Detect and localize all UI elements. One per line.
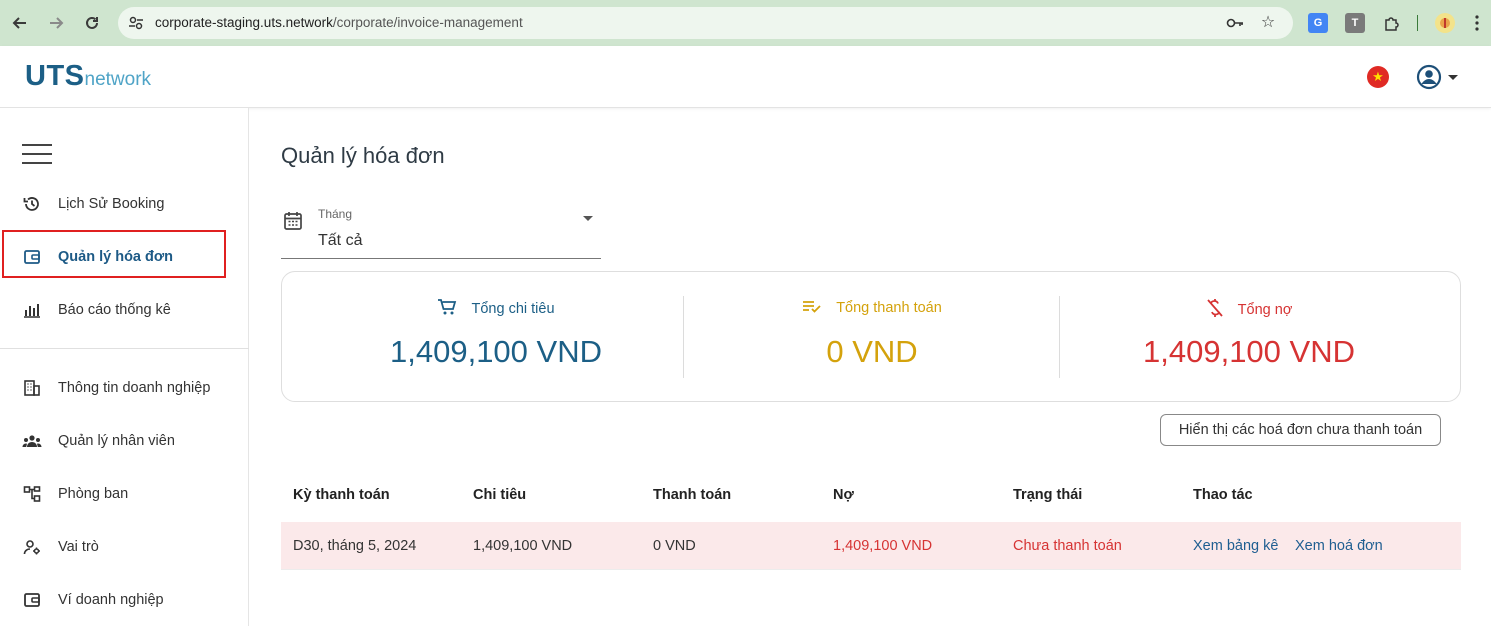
browser-menu-icon[interactable] [1469, 11, 1485, 35]
reload-icon[interactable] [80, 11, 104, 35]
column-header-spend: Chi tiêu [473, 487, 527, 503]
url-path: /corporate/invoice-management [332, 15, 523, 30]
sidebar-item-label: Ví doanh nghiệp [58, 592, 164, 608]
show-unpaid-invoices-button[interactable]: Hiển thị các hoá đơn chưa thanh toán [1160, 414, 1441, 446]
translate-extension-icon[interactable]: G [1308, 13, 1328, 33]
sidebar: Lịch Sử Booking Quản lý hóa đơn Báo cáo … [0, 108, 249, 626]
account-menu[interactable] [1416, 64, 1460, 90]
key-icon[interactable] [1226, 15, 1244, 31]
sidebar-item-label: Lịch Sử Booking [58, 196, 165, 212]
column-header-actions: Thao tác [1193, 487, 1253, 503]
uts-logo[interactable]: UTSnetwork [25, 60, 151, 93]
cell-paid: 0 VND [653, 538, 696, 554]
chevron-down-icon [583, 216, 593, 221]
org-chart-icon [22, 484, 42, 504]
summary-total-debt-value: 1,409,100 VND [1143, 334, 1355, 369]
hamburger-menu-icon[interactable] [22, 144, 52, 164]
address-bar[interactable]: corporate-staging.uts.network/corporate/… [118, 7, 1293, 39]
cell-period: D30, tháng 5, 2024 [293, 538, 417, 554]
summary-total-spend: Tổng chi tiêu 1,409,100 VND [307, 272, 685, 401]
table-header: Kỳ thanh toán Chi tiêu Thanh toán Nợ Trạ… [281, 470, 1461, 522]
summary-label-text: Tổng chi tiêu [471, 301, 555, 317]
back-arrow-icon[interactable] [8, 11, 32, 35]
t-extension-icon[interactable]: T [1345, 13, 1365, 33]
calendar-icon [284, 212, 302, 230]
wallet-icon [22, 590, 42, 610]
summary-total-debt: Tổng nợ 1,409,100 VND [1060, 272, 1438, 401]
sidebar-item-company-wallet[interactable]: Ví doanh nghiệp [0, 580, 249, 620]
sidebar-item-label: Thông tin doanh nghiệp [58, 380, 211, 396]
view-invoice-link[interactable]: Xem hoá đơn [1295, 538, 1383, 554]
sidebar-item-label: Vai trò [58, 539, 99, 555]
cell-spend: 1,409,100 VND [473, 538, 573, 554]
sidebar-item-staff-management[interactable]: Quản lý nhân viên [0, 421, 249, 461]
cell-status: Chưa thanh toán [1013, 538, 1122, 554]
month-select[interactable]: Tháng Tất cả [281, 202, 601, 259]
column-header-status: Trạng thái [1013, 487, 1083, 503]
building-icon [22, 378, 42, 398]
sidebar-item-label: Phòng ban [58, 486, 129, 502]
summary-label-text: Tổng thanh toán [836, 300, 942, 316]
sidebar-item-label: Báo cáo thống kê [58, 302, 171, 318]
bar-chart-icon [22, 300, 42, 320]
logo-main: UTS [25, 60, 85, 92]
column-header-debt: Nợ [833, 487, 854, 503]
profile-avatar-icon[interactable] [1435, 13, 1455, 33]
sidebar-item-statistics-report[interactable]: Báo cáo thống kê [0, 290, 249, 330]
summary-total-paid-label: Tổng thanh toán [683, 298, 1061, 318]
people-icon [22, 431, 42, 451]
summary-total-debt-label: Tổng nợ [1060, 298, 1438, 322]
active-item-highlight [2, 230, 226, 278]
table-row: D30, tháng 5, 2024 1,409,100 VND 0 VND 1… [281, 522, 1461, 570]
user-settings-icon [22, 537, 42, 557]
checklist-icon [802, 298, 822, 318]
sidebar-item-booking-history[interactable]: Lịch Sử Booking [0, 184, 249, 224]
browser-toolbar: corporate-staging.uts.network/corporate/… [0, 0, 1491, 46]
bookmark-star-icon[interactable]: ☆ [1259, 15, 1277, 31]
url-text[interactable]: corporate-staging.uts.network/corporate/… [155, 15, 523, 30]
sidebar-divider [0, 348, 249, 349]
page-title: Quản lý hóa đơn [281, 143, 445, 168]
toolbar-divider [1417, 15, 1418, 31]
sidebar-item-company-info[interactable]: Thông tin doanh nghiệp [0, 368, 249, 408]
forward-arrow-icon[interactable] [44, 11, 68, 35]
summary-label-text: Tổng nợ [1237, 302, 1293, 318]
history-icon [22, 194, 42, 214]
vietnam-flag-icon[interactable]: ★ [1367, 66, 1389, 88]
site-settings-icon[interactable] [128, 15, 144, 31]
sidebar-item-label: Quản lý nhân viên [58, 433, 175, 449]
summary-total-spend-label: Tổng chi tiêu [307, 298, 685, 320]
month-select-value: Tất cả [318, 232, 363, 249]
summary-total-spend-value: 1,409,100 VND [390, 334, 602, 369]
summary-total-paid: Tổng thanh toán 0 VND [683, 272, 1061, 401]
sidebar-item-roles[interactable]: Vai trò [0, 527, 249, 567]
column-header-period: Kỳ thanh toán [293, 487, 390, 503]
cell-debt: 1,409,100 VND [833, 538, 933, 554]
sidebar-item-departments[interactable]: Phòng ban [0, 474, 249, 514]
summary-total-paid-value: 0 VND [826, 334, 918, 369]
column-header-paid: Thanh toán [653, 487, 732, 503]
puzzle-extensions-icon[interactable] [1382, 13, 1402, 33]
app-header: UTSnetwork ★ [0, 46, 1491, 108]
month-select-label: Tháng [318, 207, 353, 221]
view-statement-link[interactable]: Xem bảng kê [1193, 538, 1278, 554]
url-host: corporate-staging.uts.network [155, 15, 333, 30]
summary-card: Tổng chi tiêu 1,409,100 VND Tổng thanh t… [281, 271, 1461, 402]
cart-icon [437, 298, 457, 320]
money-off-icon [1206, 298, 1224, 322]
account-circle-icon [1416, 64, 1458, 90]
invoice-table: Kỳ thanh toán Chi tiêu Thanh toán Nợ Trạ… [281, 470, 1461, 570]
logo-sub: network [84, 69, 152, 90]
t-extension-label: T [1351, 17, 1359, 29]
